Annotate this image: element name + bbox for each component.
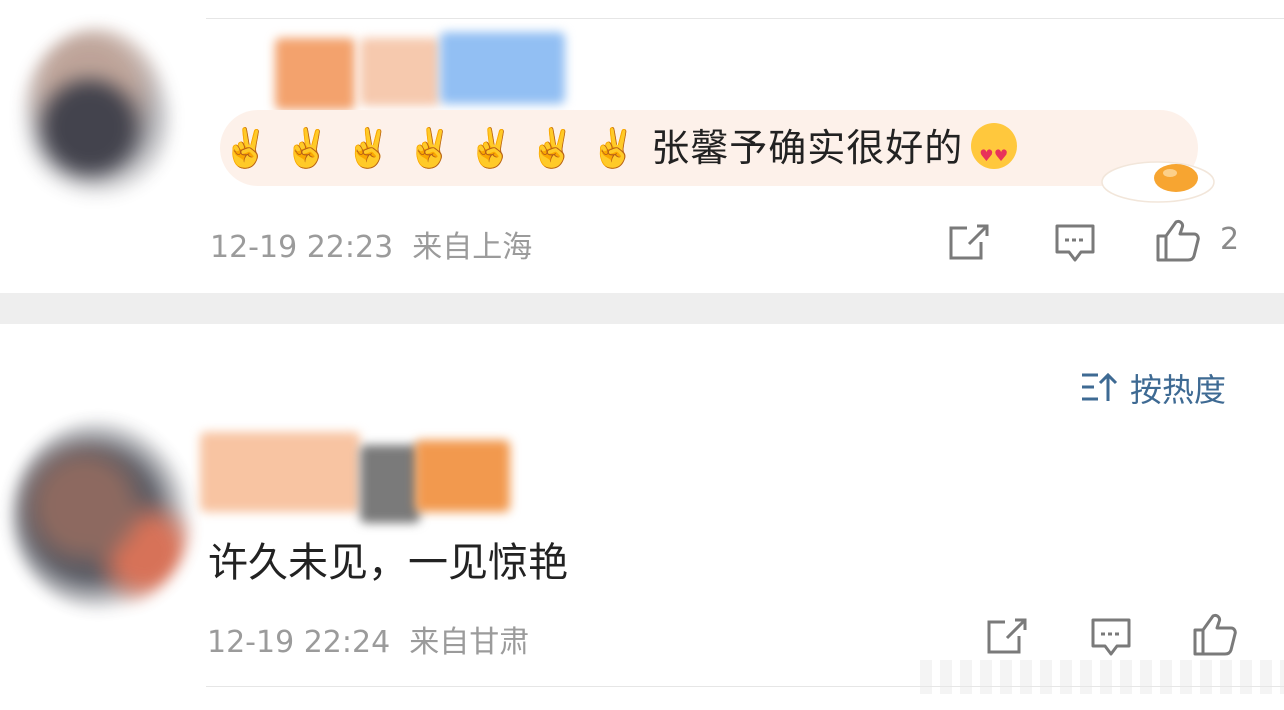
username-blurred-part — [415, 440, 510, 512]
comment-meta: 12-19 22:24 来自甘肃 — [207, 617, 529, 661]
comment-time: 12-19 22:23 — [210, 230, 394, 265]
like-icon[interactable] — [1154, 216, 1202, 264]
comment-time: 12-19 22:24 — [207, 625, 391, 660]
comment-meta: 12-19 22:23 来自上海 — [210, 222, 532, 266]
avatar[interactable] — [12, 420, 192, 610]
smiling-face-with-heart-eyes-icon — [971, 123, 1018, 183]
top-divider — [206, 18, 1284, 19]
comment-body: 张馨予确实很好的 — [651, 126, 964, 170]
fried-egg-icon — [1101, 161, 1215, 203]
username-blurred-part — [360, 445, 420, 523]
comment-text: 许久未见，一见惊艳 — [208, 540, 568, 586]
bottom-divider — [206, 686, 1284, 687]
comment-location: 来自甘肃 — [409, 625, 530, 660]
sort-label: 按热度 — [1130, 371, 1227, 409]
comment-location: 来自上海 — [412, 230, 533, 265]
share-icon[interactable] — [947, 222, 991, 262]
comment-text: ✌️✌️✌️✌️✌️✌️✌️张馨予确实很好的 — [222, 121, 1018, 183]
sort-button[interactable]: 按热度 — [1080, 368, 1227, 409]
share-icon[interactable] — [985, 616, 1029, 656]
username-blurred[interactable] — [275, 38, 355, 110]
avatar[interactable] — [22, 28, 172, 208]
comment-icon[interactable] — [1053, 222, 1097, 264]
username-blurred[interactable] — [200, 432, 360, 512]
blurred-next-row — [920, 660, 1284, 694]
username-blurred-part — [440, 32, 565, 104]
comment-icon[interactable] — [1089, 616, 1133, 658]
sort-icon — [1082, 372, 1118, 401]
section-divider — [0, 293, 1284, 324]
username-blurred-part — [360, 38, 440, 106]
victory-hand-icons: ✌️✌️✌️✌️✌️✌️✌️ — [222, 126, 652, 170]
like-count: 2 — [1220, 222, 1240, 257]
like-icon[interactable] — [1191, 610, 1239, 658]
